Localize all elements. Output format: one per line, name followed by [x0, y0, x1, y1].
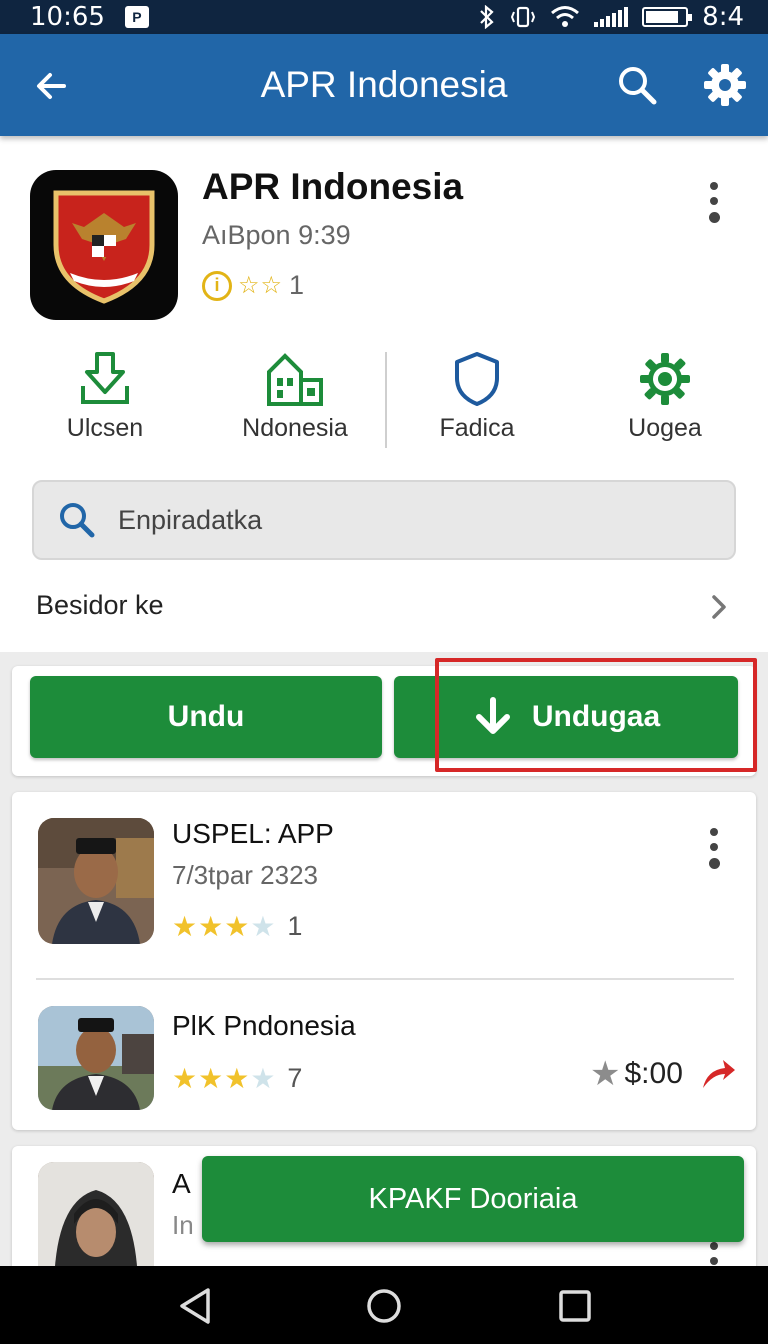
battery-icon	[642, 7, 693, 27]
list-item-title[interactable]: PlK Pndonesia	[172, 1010, 356, 1042]
wifi-icon	[551, 6, 580, 27]
app-rating: i ☆☆ 1	[202, 270, 304, 301]
share-arrow-icon[interactable]	[699, 1058, 737, 1090]
status-battery-text: 8:4	[702, 2, 744, 32]
app-bar: APR Indonesia	[0, 34, 768, 136]
more-options-icon[interactable]	[704, 1242, 724, 1265]
avatar	[38, 818, 154, 944]
quick-action-label: Ulcsen	[66, 414, 144, 442]
star-empty: ★	[250, 911, 276, 942]
snackbar[interactable]: KPAKF Dooriaia	[202, 1156, 744, 1242]
rating-count: 1	[287, 911, 303, 941]
price-tag[interactable]: ★ $:00	[590, 1054, 737, 1094]
undu-button[interactable]: Undu	[30, 676, 382, 758]
app-version: AıBpon 9:39	[202, 220, 351, 250]
list-divider	[36, 978, 734, 980]
quick-action-fadica[interactable]: Fadica	[392, 350, 562, 443]
star-empty: ★	[250, 1063, 276, 1094]
more-options-icon[interactable]	[704, 182, 724, 223]
quick-action-label: Ndonesia	[242, 414, 348, 442]
price-value: $:00	[624, 1057, 683, 1090]
vibrate-icon	[511, 6, 536, 28]
list-item-title[interactable]: USPEL: APP	[172, 818, 334, 850]
shield-icon	[455, 352, 499, 406]
download-arrow-icon	[475, 697, 510, 734]
navigation-bar	[0, 1266, 768, 1344]
rating-count: 7	[287, 1063, 303, 1093]
search-icon	[60, 503, 95, 538]
search-input[interactable]: Enpiradatka	[32, 480, 736, 560]
download-button-label: Undugaa	[531, 700, 661, 733]
download-box-icon	[81, 352, 129, 404]
quick-action-ulcsen[interactable]: Ulcsen	[20, 350, 190, 443]
star-rating: ★★★	[172, 1063, 251, 1094]
rating-count: 1	[289, 270, 305, 300]
bluetooth-icon	[480, 5, 494, 29]
status-time: 10:65	[30, 2, 105, 32]
quick-action-ndonesia[interactable]: Ndonesia	[210, 350, 380, 443]
gear-icon	[640, 353, 690, 405]
building-icon	[267, 353, 323, 406]
search-icon[interactable]	[614, 62, 660, 108]
app-name: APR Indonesia	[202, 166, 464, 207]
quick-action-uogea[interactable]: Uogea	[580, 350, 750, 443]
star-icon: ★	[590, 1055, 621, 1093]
list-item-subtitle: 7/3tpar 2323	[172, 860, 319, 890]
app-header-card: APR Indonesia AıBpon 9:39 i ☆☆ 1 Ulcsen …	[0, 136, 768, 652]
notification-icon: P	[124, 6, 149, 28]
quick-action-label: Uogea	[628, 414, 702, 442]
chevron-right-icon[interactable]	[706, 592, 732, 622]
quick-actions-divider	[385, 352, 387, 448]
list-item-title[interactable]: A	[172, 1168, 191, 1200]
rating-stars: ☆☆	[238, 272, 284, 299]
nav-back-icon[interactable]	[176, 1286, 214, 1326]
signal-icon	[594, 7, 629, 27]
list-item-rating: ★★★ ★ 1	[172, 910, 302, 943]
section-link-label[interactable]: Besidor ke	[36, 590, 164, 621]
list-item-subtitle: In	[172, 1210, 194, 1240]
more-options-icon[interactable]	[704, 828, 724, 869]
avatar	[38, 1006, 154, 1110]
settings-gear-icon[interactable]	[702, 62, 748, 108]
app-list: USPEL: APP 7/3tpar 2323 ★★★ ★ 1 PlK Pndon…	[12, 792, 756, 1130]
list-item-rating: ★★★ ★ 7	[172, 1062, 302, 1095]
app-logo-emblem	[30, 170, 178, 320]
star-rating: ★★★	[172, 911, 251, 942]
download-button[interactable]: Undugaa	[394, 676, 738, 758]
quick-action-label: Fadica	[439, 414, 515, 442]
search-placeholder: Enpiradatka	[118, 504, 263, 535]
nav-recents-icon[interactable]	[556, 1286, 594, 1326]
quick-actions: Ulcsen Ndonesia Fadica Uogea	[0, 350, 768, 450]
back-arrow-icon[interactable]	[30, 64, 74, 108]
info-icon[interactable]: i	[202, 270, 232, 301]
action-buttons-card: Undu Undugaa	[12, 666, 756, 776]
status-bar: 10:65 P 8:4	[0, 0, 768, 34]
nav-home-icon[interactable]	[364, 1286, 404, 1326]
